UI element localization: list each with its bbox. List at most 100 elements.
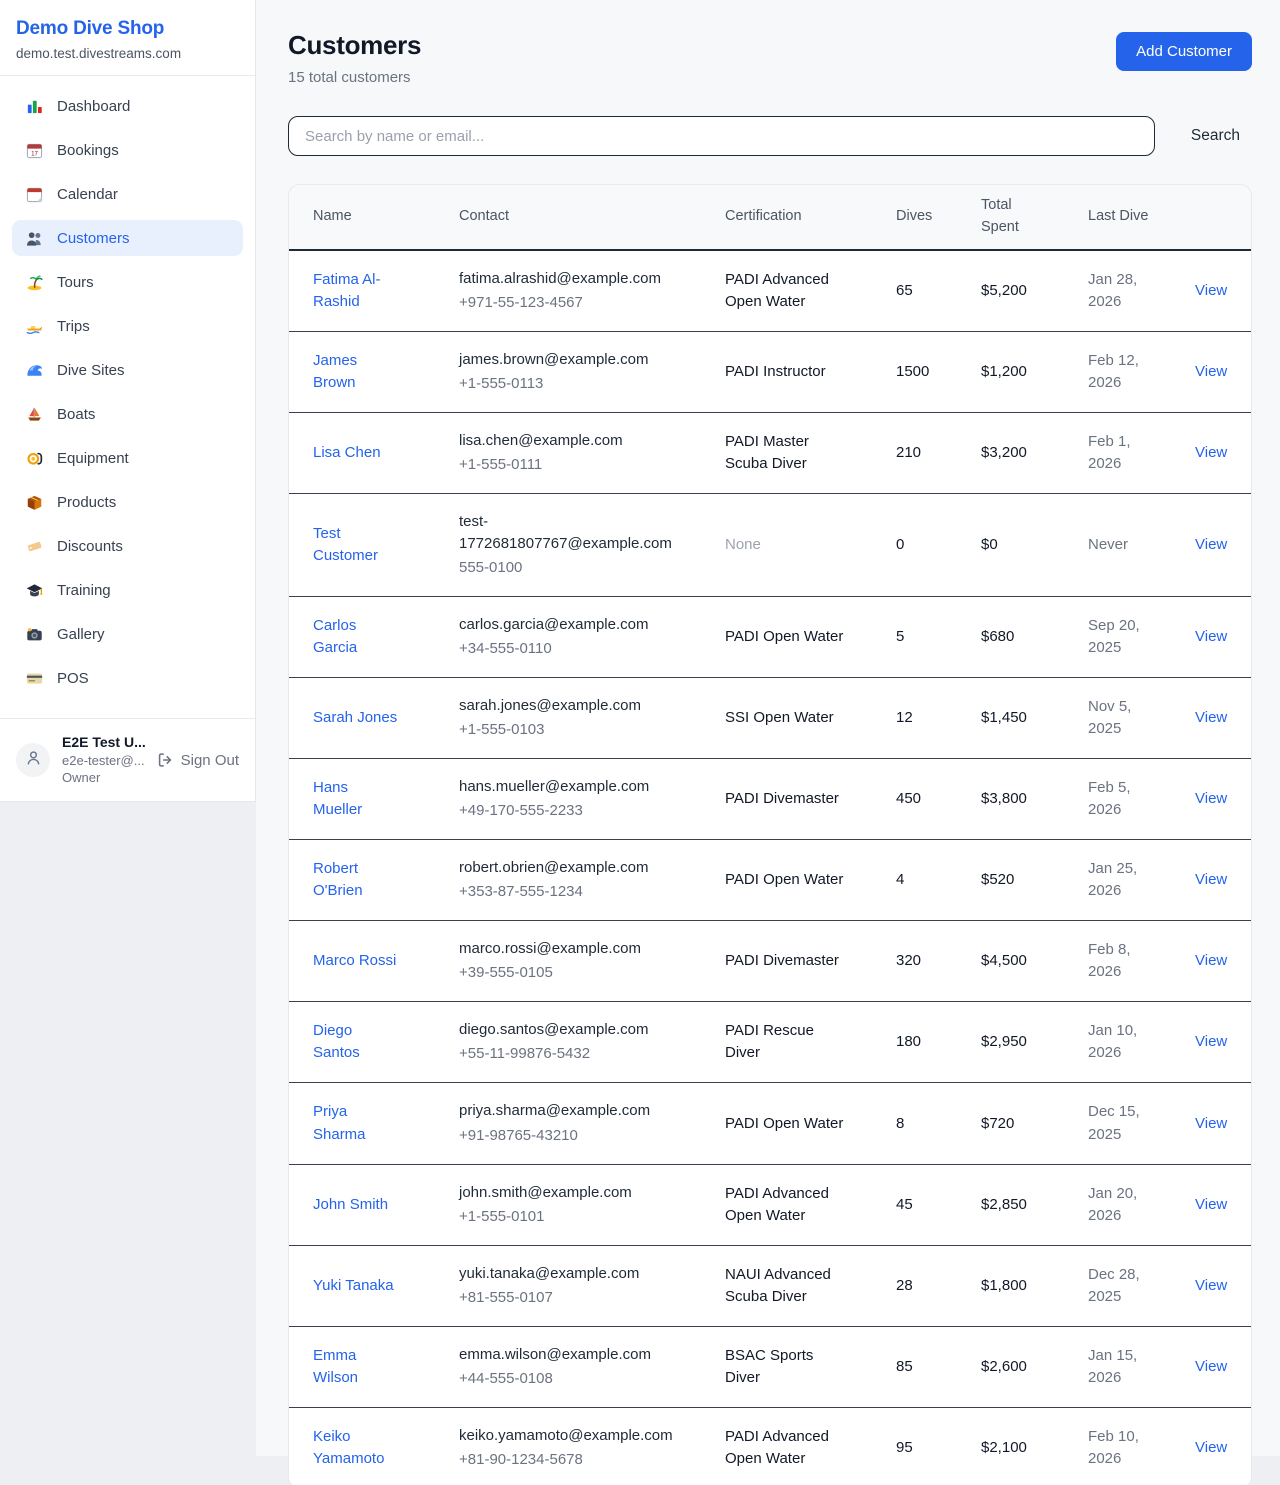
user-name: E2E Test U... <box>62 733 144 752</box>
sidebar-item-dive-sites[interactable]: Dive Sites <box>12 352 243 388</box>
table-row: Test Customer test-1772681807767@example… <box>289 493 1252 596</box>
sidebar-item-products[interactable]: Products <box>12 484 243 520</box>
view-link[interactable]: View <box>1195 282 1227 299</box>
customer-name-link[interactable]: Hans Mueller <box>313 779 362 818</box>
view-link[interactable]: View <box>1195 1115 1227 1132</box>
table-row: James Brown james.brown@example.com +1-5… <box>289 331 1252 412</box>
customer-phone: +1-555-0113 <box>459 373 674 395</box>
customer-name-link[interactable]: Keiko Yamamoto <box>313 1428 384 1467</box>
customer-name-link[interactable]: Fatima Al-Rashid <box>313 271 381 310</box>
view-link[interactable]: View <box>1195 1277 1227 1294</box>
sidebar-item-equipment[interactable]: Equipment <box>12 440 243 476</box>
column-header-dives: Dives <box>896 185 981 250</box>
customer-last-dive: Dec 28, 2025 <box>1088 1266 1140 1305</box>
sidebar-item-calendar[interactable]: Calendar <box>12 176 243 212</box>
view-link[interactable]: View <box>1195 1033 1227 1050</box>
sidebar-item-boats[interactable]: Boats <box>12 396 243 432</box>
sidebar-item-trips[interactable]: Trips <box>12 308 243 344</box>
column-header-total-spent: Total Spent <box>981 185 1088 250</box>
sidebar-item-label: POS <box>57 670 89 687</box>
svg-text:17: 17 <box>31 150 38 157</box>
customer-phone: +34-555-0110 <box>459 638 674 660</box>
sidebar-item-training[interactable]: Training <box>12 572 243 608</box>
customer-email: priya.sharma@example.com <box>459 1100 674 1122</box>
customer-name-link[interactable]: Carlos Garcia <box>313 617 357 656</box>
customer-phone: 555-0100 <box>459 557 674 579</box>
customer-total-spent: $2,950 <box>981 1033 1027 1050</box>
customer-name-link[interactable]: James Brown <box>313 352 357 391</box>
sidebar-item-label: Tours <box>57 274 94 291</box>
view-link[interactable]: View <box>1195 952 1227 969</box>
customer-certification: PADI Divemaster <box>725 790 839 807</box>
products-icon <box>24 492 44 512</box>
customer-phone: +1-555-0103 <box>459 719 674 741</box>
sidebar-nav: Dashboard 17Bookings Calendar Customers Tour… <box>0 76 255 718</box>
customer-phone: +353-87-555-1234 <box>459 881 674 903</box>
sidebar-item-discounts[interactable]: Discounts <box>12 528 243 564</box>
customer-name-link[interactable]: Diego Santos <box>313 1022 360 1061</box>
view-link[interactable]: View <box>1195 871 1227 888</box>
customer-name-link[interactable]: John Smith <box>313 1196 388 1213</box>
view-link[interactable]: View <box>1195 363 1227 380</box>
view-link[interactable]: View <box>1195 444 1227 461</box>
customer-total-spent: $2,600 <box>981 1358 1027 1375</box>
view-link[interactable]: View <box>1195 628 1227 645</box>
view-link[interactable]: View <box>1195 1439 1227 1456</box>
customer-last-dive: Feb 12, 2026 <box>1088 352 1139 391</box>
customer-certification: PADI Open Water <box>725 628 843 645</box>
view-link[interactable]: View <box>1195 709 1227 726</box>
customers-table: Name Contact Certification Dives Total S… <box>289 185 1252 1485</box>
sidebar-item-tours[interactable]: Tours <box>12 264 243 300</box>
customer-last-dive: Feb 5, 2026 <box>1088 779 1131 818</box>
sidebar-header: Demo Dive Shop demo.test.divestreams.com <box>0 0 255 76</box>
gallery-icon <box>24 624 44 644</box>
shop-name: Demo Dive Shop <box>16 18 239 40</box>
customer-dives: 8 <box>896 1115 904 1132</box>
customer-certification: PADI Divemaster <box>725 952 839 969</box>
customer-last-dive: Sep 20, 2025 <box>1088 617 1140 656</box>
training-icon <box>24 580 44 600</box>
sidebar-item-bookings[interactable]: 17Bookings <box>12 132 243 168</box>
customer-dives: 45 <box>896 1196 913 1213</box>
customer-certification: NAUI Advanced Scuba Diver <box>725 1266 831 1305</box>
customer-dives: 5 <box>896 628 904 645</box>
customer-name-link[interactable]: Emma Wilson <box>313 1347 358 1386</box>
customer-last-dive: Feb 8, 2026 <box>1088 941 1131 980</box>
table-row: Diego Santos diego.santos@example.com +5… <box>289 1002 1252 1083</box>
customer-name-link[interactable]: Test Customer <box>313 525 378 564</box>
customer-dives: 1500 <box>896 363 929 380</box>
pos-icon <box>24 668 44 688</box>
sidebar-item-gallery[interactable]: Gallery <box>12 616 243 652</box>
page-title: Customers <box>288 30 421 61</box>
customer-dives: 28 <box>896 1277 913 1294</box>
table-row: John Smith john.smith@example.com +1-555… <box>289 1164 1252 1245</box>
sidebar-item-pos[interactable]: POS <box>12 660 243 696</box>
sidebar-item-customers[interactable]: Customers <box>12 220 243 256</box>
view-link[interactable]: View <box>1195 536 1227 553</box>
sign-out-button[interactable]: Sign Out <box>156 751 239 769</box>
sidebar-item-label: Dashboard <box>57 98 130 115</box>
sidebar-item-label: Customers <box>57 230 130 247</box>
sidebar-item-dashboard[interactable]: Dashboard <box>12 88 243 124</box>
view-link[interactable]: View <box>1195 1196 1227 1213</box>
customers-table-card: Name Contact Certification Dives Total S… <box>288 184 1252 1485</box>
view-link[interactable]: View <box>1195 1358 1227 1375</box>
sidebar-item-label: Boats <box>57 406 95 423</box>
search-input[interactable] <box>288 116 1155 156</box>
table-row: Yuki Tanaka yuki.tanaka@example.com +81-… <box>289 1245 1252 1326</box>
customer-last-dive: Nov 5, 2025 <box>1088 698 1131 737</box>
search-button[interactable]: Search <box>1179 119 1252 153</box>
customer-name-link[interactable]: Yuki Tanaka <box>313 1277 394 1294</box>
dashboard-icon <box>24 96 44 116</box>
table-row: Hans Mueller hans.mueller@example.com +4… <box>289 759 1252 840</box>
column-header-contact: Contact <box>459 185 725 250</box>
sidebar-item-label: Equipment <box>57 450 129 467</box>
customer-name-link[interactable]: Robert O'Brien <box>313 860 363 899</box>
customer-name-link[interactable]: Lisa Chen <box>313 444 381 461</box>
add-customer-button[interactable]: Add Customer <box>1116 32 1252 71</box>
view-link[interactable]: View <box>1195 790 1227 807</box>
customer-name-link[interactable]: Marco Rossi <box>313 952 396 969</box>
customer-name-link[interactable]: Priya Sharma <box>313 1103 366 1142</box>
customer-name-link[interactable]: Sarah Jones <box>313 709 397 726</box>
customer-total-spent: $1,450 <box>981 709 1027 726</box>
